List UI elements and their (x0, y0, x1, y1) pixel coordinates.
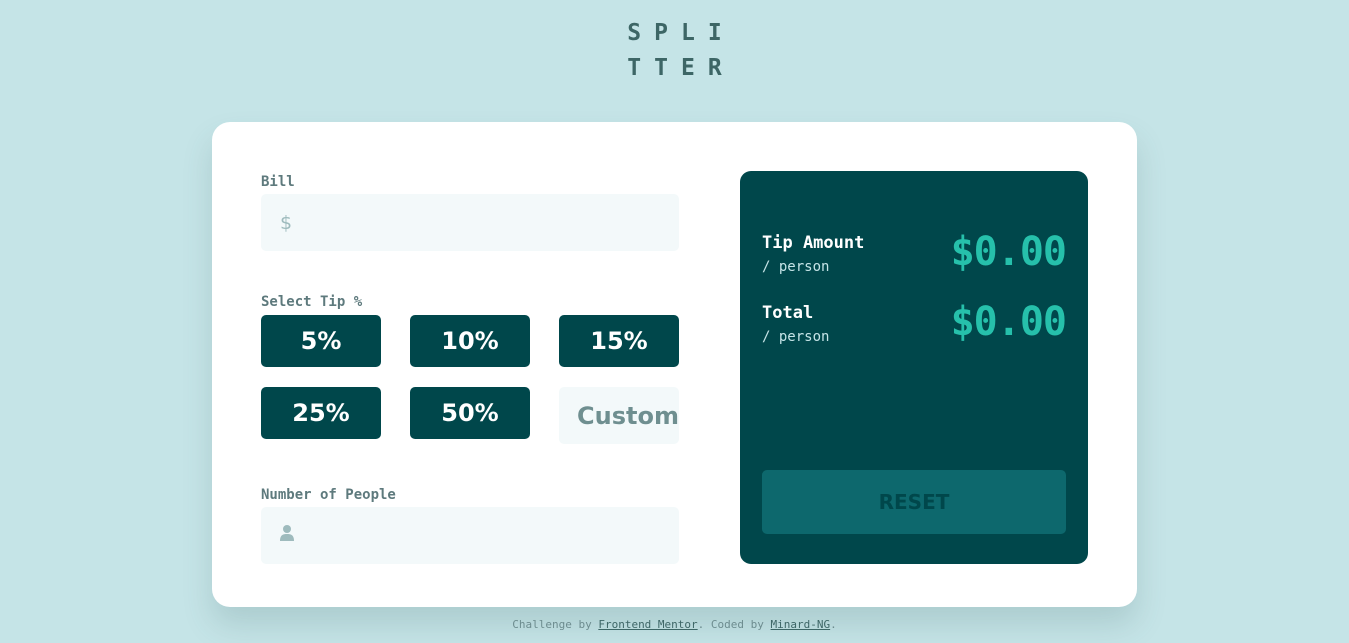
app-logo: SPLI TTER (0, 16, 1349, 86)
tip-50-button[interactable]: 50% (410, 387, 530, 439)
bill-label: Bill (261, 174, 295, 190)
footer-prefix: Challenge by (512, 618, 599, 631)
tip-15-button[interactable]: 15% (559, 315, 679, 367)
bill-field: $ (261, 194, 679, 251)
footer-suffix: . (830, 618, 837, 631)
tip-amount-per-person: / person (762, 259, 830, 275)
select-tip-label: Select Tip % (261, 294, 363, 310)
result-panel: Tip Amount / person $0.00 Total / person… (740, 171, 1088, 564)
people-label: Number of People (261, 487, 396, 503)
tip-amount-value: $0.00 (950, 229, 1067, 275)
people-field (261, 507, 679, 564)
person-icon (280, 524, 294, 547)
tip-10-button[interactable]: 10% (410, 315, 530, 367)
dollar-icon: $ (280, 211, 293, 234)
bill-input[interactable] (304, 194, 679, 251)
logo-line-2: TTER (627, 55, 735, 81)
footer-attribution: Challenge by Frontend Mentor. Coded by M… (0, 618, 1349, 631)
people-input[interactable] (306, 507, 679, 564)
calculator-card: Bill $ Select Tip % 5% 10% 15% 25% 50% N… (212, 122, 1137, 607)
custom-tip-input[interactable] (559, 387, 679, 444)
logo-line-1: SPLI (627, 20, 735, 46)
frontend-mentor-link[interactable]: Frontend Mentor (598, 618, 697, 631)
total-title: Total (762, 303, 814, 323)
footer-middle: . Coded by (697, 618, 771, 631)
tip-amount-title: Tip Amount (762, 233, 865, 253)
total-value: $0.00 (950, 299, 1067, 345)
tip-5-button[interactable]: 5% (261, 315, 381, 367)
total-per-person: / person (762, 329, 830, 345)
tip-25-button[interactable]: 25% (261, 387, 381, 439)
author-link[interactable]: Minard-NG (771, 618, 831, 631)
reset-button[interactable]: RESET (762, 470, 1066, 534)
